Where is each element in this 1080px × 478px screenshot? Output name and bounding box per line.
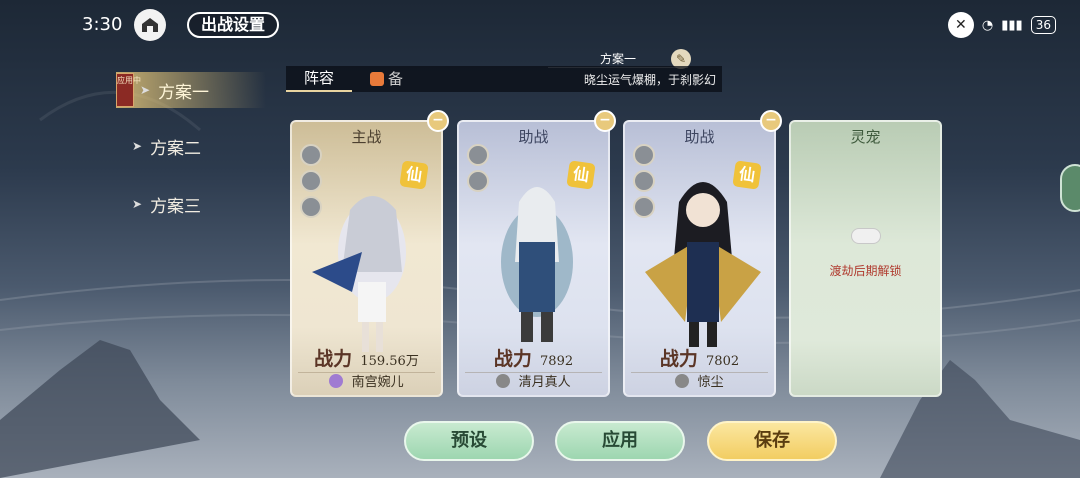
skill-icon[interactable] — [300, 170, 322, 192]
remove-button[interactable]: − — [427, 110, 449, 132]
preset-button[interactable]: 预设 — [404, 421, 534, 461]
power-value: 7892 — [540, 354, 574, 369]
save-button[interactable]: 保存 — [707, 421, 837, 461]
skill-icons — [467, 144, 489, 192]
hero-name: 清月真人 — [518, 375, 571, 390]
home-icon[interactable] — [134, 9, 166, 41]
plan-item-1[interactable]: 应用中 ➤ 方案一 — [116, 72, 266, 108]
power-label: 战力 — [493, 348, 532, 370]
apply-button[interactable]: 应用 — [555, 421, 685, 461]
remove-button[interactable]: − — [760, 110, 782, 132]
main-hero-card[interactable]: 主战 仙 战力 159.56万 南宫婉儿 — [290, 120, 443, 397]
power-row: 战力 7802 — [625, 344, 774, 371]
tab-row: 阵容 备 晓尘运气爆棚，于刹影幻 — [286, 66, 722, 92]
sect-icon — [675, 374, 690, 388]
skill-icon[interactable] — [300, 196, 322, 218]
tab-lineup[interactable]: 阵容 — [286, 66, 353, 92]
skill-icon[interactable] — [467, 170, 489, 192]
skill-icon[interactable] — [467, 144, 489, 166]
skill-icon[interactable] — [300, 144, 322, 166]
sect-icon — [496, 374, 511, 388]
status-time: 3:30 — [82, 14, 123, 35]
grade-badge: 仙 — [399, 160, 429, 190]
status-icons: ✕ ◔ ▮▮▮ 36 — [947, 12, 1056, 38]
applied-badge: 应用中 — [116, 73, 141, 107]
arrow-icon: ➤ — [132, 139, 143, 153]
skill-icons — [633, 144, 655, 218]
grade-badge: 仙 — [732, 160, 762, 190]
tab-equipment[interactable]: 备 — [352, 66, 421, 92]
arrow-icon: ➤ — [132, 197, 143, 211]
unlock-hint: 渡劫后期解锁 — [829, 264, 902, 278]
power-row: 战力 159.56万 — [292, 344, 441, 371]
plan-item-label: 方案一 — [158, 82, 210, 103]
skill-icons — [300, 144, 322, 218]
hero-name-row: 南宫婉儿 — [298, 372, 435, 392]
plan-item-label: 方案三 — [150, 196, 202, 217]
hero-name-row: 清月真人 — [465, 372, 602, 392]
grade-badge: 仙 — [566, 160, 596, 190]
pet-card[interactable]: 灵宠 渡劫后期解锁 — [789, 120, 942, 397]
power-label: 战力 — [314, 348, 353, 370]
power-value: 159.56万 — [360, 354, 419, 369]
support-hero-card-2[interactable]: 助战 仙 战力 7802 惊尘 — [623, 120, 776, 397]
plan-item-2[interactable]: ➤ 方案二 — [116, 128, 266, 164]
power-row: 战力 7892 — [459, 344, 608, 371]
remove-button[interactable]: − — [594, 110, 616, 132]
lock-icon — [851, 228, 881, 244]
plan-item-label: 方案二 — [150, 138, 202, 159]
hero-name: 惊尘 — [697, 375, 724, 390]
wifi-icon: ◔ — [981, 17, 994, 33]
skill-icon[interactable] — [633, 170, 655, 192]
skill-icon[interactable] — [633, 196, 655, 218]
card-role: 灵宠 — [850, 128, 881, 146]
plan-item-3[interactable]: ➤ 方案三 — [116, 186, 266, 222]
page-title[interactable]: 出战设置 — [187, 12, 280, 38]
battery-indicator: 36 — [1030, 16, 1056, 34]
hero-name: 南宫婉儿 — [351, 375, 404, 390]
power-value: 7802 — [706, 354, 740, 369]
arrow-icon: ➤ — [140, 83, 151, 97]
hero-name-row: 惊尘 — [631, 372, 768, 392]
support-hero-card-1[interactable]: 助战 仙 战力 7892 清月真人 — [457, 120, 610, 397]
tab-label: 备 — [388, 70, 404, 88]
sect-icon — [329, 374, 344, 388]
signal-icon: ▮▮▮ — [1001, 17, 1023, 33]
equipment-icon — [370, 72, 385, 86]
side-panel-handle[interactable] — [1060, 164, 1080, 212]
power-label: 战力 — [659, 348, 698, 370]
skill-icon[interactable] — [633, 144, 655, 166]
game-assistant-icon[interactable]: ✕ — [947, 12, 974, 38]
plan-description: 晓尘运气爆棚，于刹影幻 — [583, 72, 716, 87]
